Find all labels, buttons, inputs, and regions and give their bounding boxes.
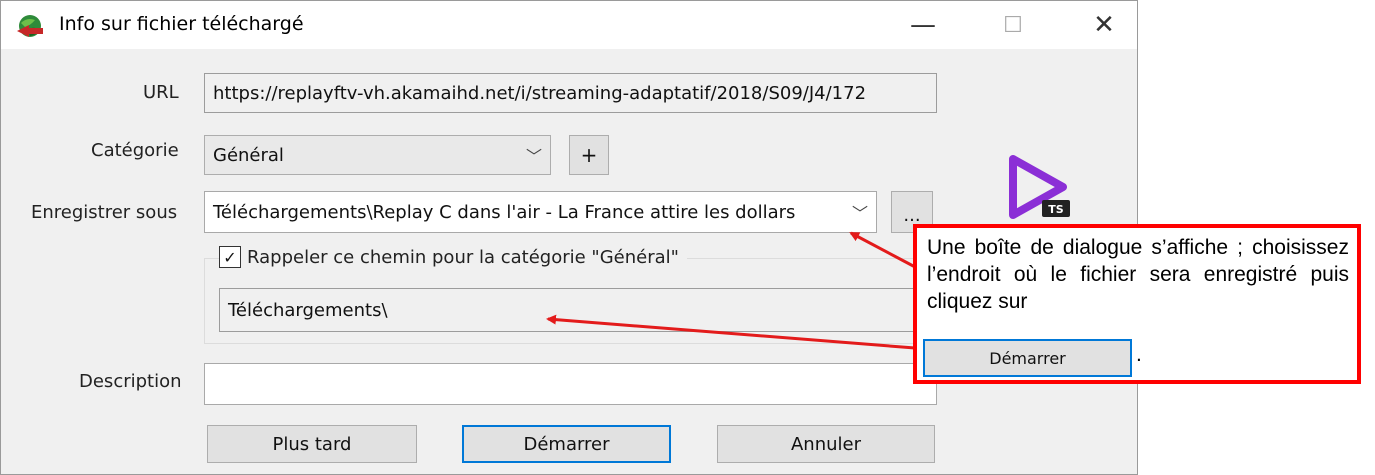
cancel-button[interactable]: Annuler: [717, 425, 935, 463]
checkmark-icon: ✓: [223, 247, 237, 267]
description-label: Description: [79, 371, 182, 392]
category-value: Général: [213, 144, 284, 166]
start-button[interactable]: Démarrer: [462, 425, 671, 463]
remembered-path-field[interactable]: Téléchargements\: [219, 288, 919, 332]
save-as-value: Téléchargements\Replay C dans l'air - La…: [213, 201, 796, 223]
save-as-label: Enregistrer sous: [31, 202, 178, 223]
close-button[interactable]: ✕: [1084, 9, 1124, 41]
add-category-button[interactable]: +: [569, 135, 609, 175]
ts-badge: TS: [1048, 203, 1064, 216]
category-select[interactable]: Général ﹀: [204, 135, 551, 175]
instruction-callout: Une boîte de dialogue s’affiche ; choisi…: [913, 224, 1361, 384]
description-field[interactable]: [204, 363, 937, 405]
url-field[interactable]: https://replayftv-vh.akamaihd.net/i/stre…: [204, 73, 937, 113]
title-bar[interactable]: Info sur fichier téléchargé — ☐ ✕: [1, 1, 1137, 49]
minimize-button[interactable]: —: [903, 9, 943, 41]
callout-start-button: Démarrer: [923, 339, 1132, 377]
maximize-icon: ☐: [1003, 12, 1023, 38]
callout-trailing-period: .: [1136, 343, 1142, 366]
maximize-button[interactable]: ☐: [993, 9, 1033, 41]
globe-download-icon: [17, 15, 43, 37]
remember-path-option[interactable]: ✓ Rappeler ce chemin pour la catégorie "…: [219, 246, 687, 268]
window-title: Info sur fichier téléchargé: [59, 13, 304, 35]
remember-path-checkbox[interactable]: ✓: [219, 246, 241, 268]
ts-play-logo-icon: TS: [1009, 155, 1070, 219]
callout-text: Une boîte de dialogue s’affiche ; choisi…: [927, 236, 1349, 313]
url-label: URL: [143, 82, 179, 103]
chevron-down-icon: ﹀: [525, 147, 542, 166]
minimize-icon: —: [910, 10, 936, 40]
save-as-select[interactable]: Téléchargements\Replay C dans l'air - La…: [204, 191, 877, 233]
close-icon: ✕: [1093, 10, 1115, 40]
chevron-down-icon: ﹀: [851, 204, 868, 223]
remember-path-label: Rappeler ce chemin pour la catégorie "Gé…: [247, 246, 679, 268]
category-label: Catégorie: [91, 140, 179, 161]
later-button[interactable]: Plus tard: [207, 425, 417, 463]
